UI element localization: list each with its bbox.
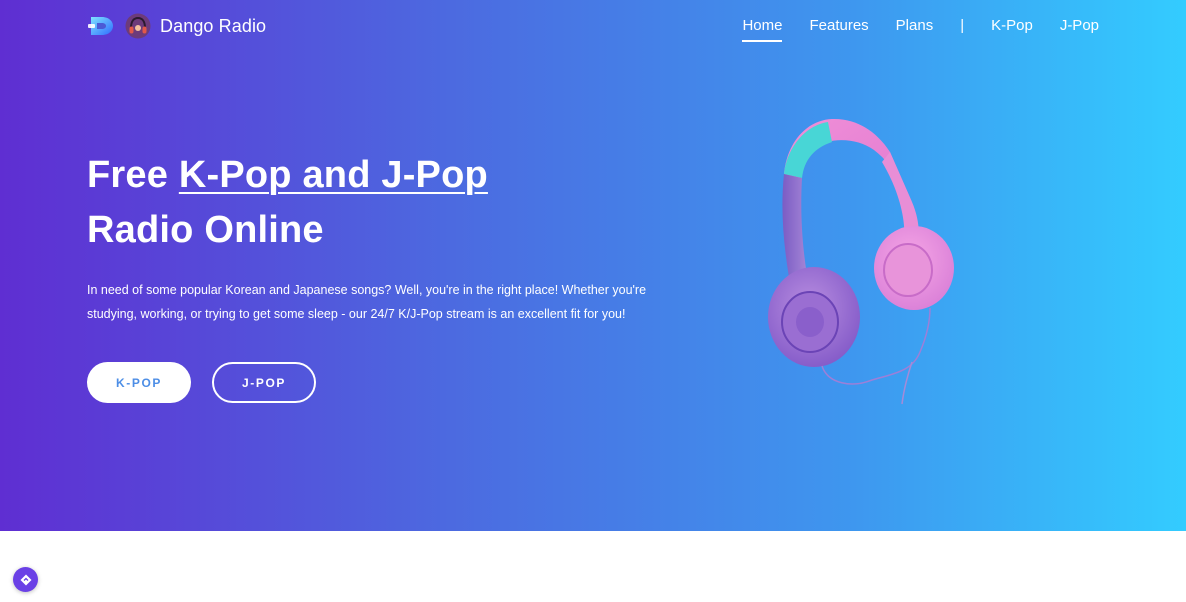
headphones-avatar-icon — [125, 13, 151, 39]
floating-action-button[interactable] — [13, 567, 38, 592]
nav-home[interactable]: Home — [742, 17, 783, 42]
dango-logo-icon — [88, 17, 113, 35]
brand-name: Dango Radio — [160, 15, 267, 36]
nav-features[interactable]: Features — [809, 17, 868, 37]
nav-plans[interactable]: Plans — [896, 17, 934, 37]
kpop-button[interactable]: K-POP — [87, 362, 191, 403]
headline-part2: Radio Online — [87, 209, 324, 251]
headline-underlined: K-Pop and J-Pop — [178, 154, 488, 196]
main-nav: Home Features Plans | K-Pop J-Pop — [742, 15, 1099, 42]
nav-kpop[interactable]: K-Pop — [991, 17, 1033, 37]
brand[interactable]: Dango Radio — [88, 12, 266, 40]
nav-separator: | — [960, 17, 965, 34]
hero-tagline: In need of some popular Korean and Japan… — [87, 283, 647, 321]
jpop-button[interactable]: J-POP — [212, 362, 316, 403]
nav-jpop[interactable]: J-Pop — [1060, 17, 1099, 37]
hero-section: Dango Radio Home Features Plans | K-Pop … — [0, 0, 1186, 531]
navigation-diamond-icon — [20, 574, 31, 585]
hero-headline: Free K-Pop and J-Pop Radio Online — [87, 148, 488, 258]
headline-part1: Free — [87, 154, 179, 196]
headphones-illustration-icon — [768, 118, 954, 405]
